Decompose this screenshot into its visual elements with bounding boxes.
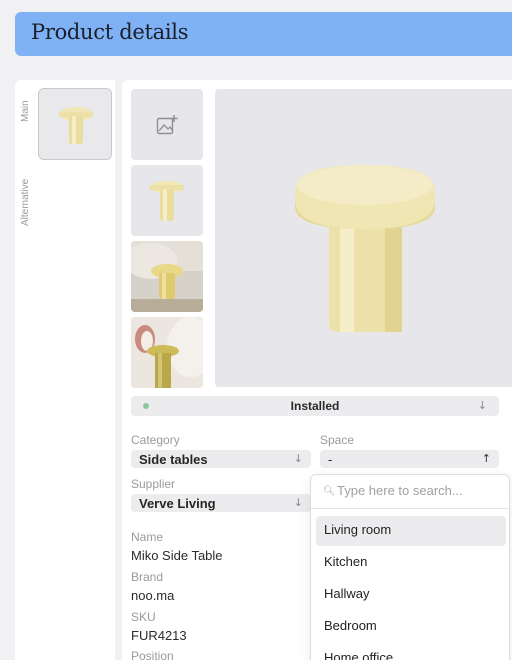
arrow-up-icon: ↑ [481,452,491,465]
category-select[interactable]: Side tables ↓ [131,450,311,468]
add-image-icon [156,114,178,134]
image-tabs-panel [15,80,115,660]
add-image-button[interactable] [131,89,203,160]
arrow-down-icon: ↓ [293,452,303,465]
space-label: Space [320,433,355,447]
position-label: Position [131,649,174,660]
dropdown-option[interactable]: Living room [316,516,506,546]
sku-value[interactable]: FUR4213 [131,628,187,643]
image-thumbnail[interactable] [131,241,203,312]
name-value[interactable]: Miko Side Table [131,548,223,563]
arrow-down-icon: ↓ [293,496,303,509]
tab-main-images[interactable]: Main [20,100,31,122]
arrow-down-icon: ↓ [477,399,487,412]
dropdown-search: 🔍︎ [311,475,509,509]
image-thumbnail[interactable] [131,317,203,388]
brand-value[interactable]: noo.ma [131,588,174,603]
space-dropdown: 🔍︎ Living room Kitchen Hallway Bedroom H… [310,474,510,660]
supplier-label: Supplier [131,477,176,491]
dropdown-option[interactable]: Bedroom [316,612,506,642]
supplier-select[interactable]: Verve Living ↓ [131,494,311,512]
category-label: Category [131,433,180,447]
dropdown-option[interactable]: Hallway [316,580,506,610]
product-hero-image [215,89,512,387]
sku-label: SKU [131,610,156,624]
page-header: Product details [15,12,512,56]
status-select[interactable]: Installed ↓ [131,396,499,416]
search-icon: 🔍︎ [323,486,336,497]
name-label: Name [131,530,164,544]
category-value: Side tables [139,452,208,467]
dropdown-option[interactable]: Home office [316,644,506,660]
space-value: - [328,452,333,467]
search-input[interactable] [337,483,497,498]
brand-label: Brand [131,570,164,584]
dropdown-option[interactable]: Kitchen [316,548,506,578]
main-image-thumbnail[interactable] [38,88,112,160]
tab-alternative-images[interactable]: Alternative [20,179,31,226]
supplier-value: Verve Living [139,496,216,511]
space-select[interactable]: - ↑ [320,450,499,468]
image-thumbnail[interactable] [131,165,203,236]
page-title: Product details [31,20,189,44]
status-label: Installed [290,399,340,413]
